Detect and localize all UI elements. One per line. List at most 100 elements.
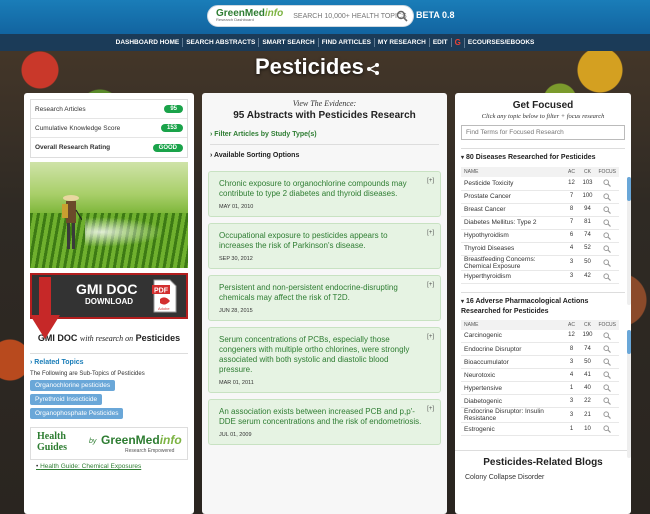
focus-button[interactable]: [595, 216, 619, 230]
magnifier-icon[interactable]: [603, 425, 612, 433]
focus-button[interactable]: [595, 407, 619, 423]
row-name[interactable]: Hypertensive: [461, 381, 564, 395]
abstract-title[interactable]: An association exists between increased …: [219, 407, 422, 427]
table-row[interactable]: Diabetogenic 3 22: [461, 394, 619, 408]
diseases-heading[interactable]: ▾ 80 Diseases Researched for Pesticides: [461, 148, 625, 163]
magnifier-icon[interactable]: [603, 397, 612, 405]
nav-smart-search[interactable]: SMART SEARCH: [259, 38, 319, 47]
table-row[interactable]: Bioaccumulator 3 50: [461, 355, 619, 369]
row-name[interactable]: Thyroid Diseases: [461, 242, 564, 256]
blog-item[interactable]: Colony Collapse Disorder: [465, 474, 631, 481]
expand-button[interactable]: [+]: [427, 178, 434, 184]
diseases-scrollbar[interactable]: [627, 177, 631, 305]
focus-button[interactable]: [595, 203, 619, 217]
nav-edit[interactable]: EDIT: [430, 38, 452, 47]
nav-ecourses[interactable]: ECOURSES/EBOOKS: [465, 38, 537, 47]
abstract-card[interactable]: Persistent and non-persistent endocrine-…: [208, 275, 441, 321]
abstract-title[interactable]: Serum concentrations of PCBs, especially…: [219, 335, 422, 375]
table-row[interactable]: Endocrine Disruptor 8 74: [461, 342, 619, 356]
focus-button[interactable]: [595, 229, 619, 243]
expand-button[interactable]: [+]: [427, 334, 434, 340]
search-icon[interactable]: [396, 10, 408, 22]
magnifier-icon[interactable]: [603, 332, 612, 340]
row-name[interactable]: Estrogenic: [461, 422, 564, 436]
share-icon[interactable]: [366, 62, 380, 76]
expand-button[interactable]: [+]: [427, 282, 434, 288]
magnifier-icon[interactable]: [603, 218, 612, 227]
magnifier-icon[interactable]: [603, 192, 612, 201]
row-name[interactable]: Breast Cancer: [461, 203, 564, 217]
row-name[interactable]: Diabetes Mellitus: Type 2: [461, 216, 564, 230]
focus-button[interactable]: [595, 242, 619, 256]
table-row[interactable]: Thyroid Diseases 4 52: [461, 242, 619, 256]
focus-button[interactable]: [595, 394, 619, 408]
focus-button[interactable]: [595, 329, 619, 343]
table-row[interactable]: Diabetes Mellitus: Type 2 7 81: [461, 216, 619, 230]
focus-button[interactable]: [595, 255, 619, 271]
table-row[interactable]: Pesticide Toxicity 12 103: [461, 177, 619, 191]
abstract-card[interactable]: Chronic exposure to organochlorine compo…: [208, 171, 441, 217]
focus-button[interactable]: [595, 355, 619, 369]
focus-button[interactable]: [595, 190, 619, 204]
row-name[interactable]: Prostate Cancer: [461, 190, 564, 204]
table-row[interactable]: Prostate Cancer 7 100: [461, 190, 619, 204]
abstract-card[interactable]: An association exists between increased …: [208, 399, 441, 445]
nav-search-abstracts[interactable]: SEARCH ABSTRACTS: [183, 38, 260, 47]
table-row[interactable]: Hypertensive 1 40: [461, 381, 619, 395]
magnifier-icon[interactable]: [603, 258, 612, 267]
magnifier-icon[interactable]: [603, 384, 612, 392]
table-row[interactable]: Breast Cancer 8 94: [461, 203, 619, 217]
expand-button[interactable]: [+]: [427, 406, 434, 412]
row-name[interactable]: Pesticide Toxicity: [461, 177, 564, 191]
focus-button[interactable]: [595, 270, 619, 284]
row-name[interactable]: Hyperthyroidism: [461, 270, 564, 284]
table-row[interactable]: Carcinogenic 12 190: [461, 329, 619, 343]
abstract-title[interactable]: Chronic exposure to organochlorine compo…: [219, 179, 422, 199]
magnifier-icon[interactable]: [603, 358, 612, 366]
row-name[interactable]: Neurotoxic: [461, 368, 564, 382]
magnifier-icon[interactable]: [603, 411, 612, 419]
google-icon[interactable]: G: [455, 38, 461, 47]
focus-button[interactable]: [595, 381, 619, 395]
table-row[interactable]: Hypothyroidism 6 74: [461, 229, 619, 243]
magnifier-icon[interactable]: [603, 231, 612, 240]
focus-terms-input[interactable]: [461, 125, 625, 140]
focus-button[interactable]: [595, 177, 619, 191]
abstract-card[interactable]: Occupational exposure to pesticides appe…: [208, 223, 441, 269]
row-name[interactable]: Endocrine Disruptor: [461, 342, 564, 356]
sorting-options-link[interactable]: › Available Sorting Options: [210, 152, 439, 165]
related-topic-tag[interactable]: Pyrethroid Insecticide: [30, 394, 103, 405]
row-name[interactable]: Endocrine Disruptor: Insulin Resistance: [461, 407, 564, 423]
health-guides-banner[interactable]: Health Guides by GreenMedinfo Research E…: [30, 427, 188, 460]
table-row[interactable]: Hyperthyroidism 3 42: [461, 270, 619, 284]
pharm-actions-heading[interactable]: ▾ 16 Adverse Pharmacological Actions Res…: [461, 291, 625, 316]
magnifier-icon[interactable]: [603, 205, 612, 214]
abstract-title[interactable]: Occupational exposure to pesticides appe…: [219, 231, 422, 251]
greenmedinfo-logo[interactable]: GreenMedinfo Research Dashboard: [212, 8, 287, 24]
table-row[interactable]: Neurotoxic 4 41: [461, 368, 619, 382]
filter-study-type-link[interactable]: › Filter Articles by Study Type(s): [210, 131, 439, 145]
focus-button[interactable]: [595, 342, 619, 356]
focus-button[interactable]: [595, 422, 619, 436]
magnifier-icon[interactable]: [603, 179, 612, 188]
related-topic-tag[interactable]: Organochlorine pesticides: [30, 380, 116, 391]
row-name[interactable]: Hypothyroidism: [461, 229, 564, 243]
row-name[interactable]: Diabetogenic: [461, 394, 564, 408]
table-row[interactable]: Endocrine Disruptor: Insulin Resistance 3…: [461, 407, 619, 423]
nav-dashboard-home[interactable]: DASHBOARD HOME: [113, 38, 184, 47]
table-row[interactable]: Estrogenic 1 10: [461, 422, 619, 436]
magnifier-icon[interactable]: [603, 345, 612, 353]
nav-my-research[interactable]: MY RESEARCH: [375, 38, 430, 47]
row-name[interactable]: Breastfeeding Concerns: Chemical Exposur…: [461, 255, 564, 271]
table-row[interactable]: Breastfeeding Concerns: Chemical Exposur…: [461, 255, 619, 271]
nav-find-articles[interactable]: FIND ARTICLES: [319, 38, 375, 47]
related-topics-heading[interactable]: › Related Topics: [30, 353, 188, 366]
nav-google-translate[interactable]: G: [452, 37, 465, 48]
magnifier-icon[interactable]: [603, 244, 612, 253]
pharm-scrollbar[interactable]: [627, 329, 631, 458]
abstract-title[interactable]: Persistent and non-persistent endocrine-…: [219, 283, 422, 303]
abstract-card[interactable]: Serum concentrations of PCBs, especially…: [208, 327, 441, 393]
expand-button[interactable]: [+]: [427, 230, 434, 236]
magnifier-icon[interactable]: [603, 371, 612, 379]
header-search[interactable]: GreenMedinfo Research Dashboard: [207, 5, 414, 27]
